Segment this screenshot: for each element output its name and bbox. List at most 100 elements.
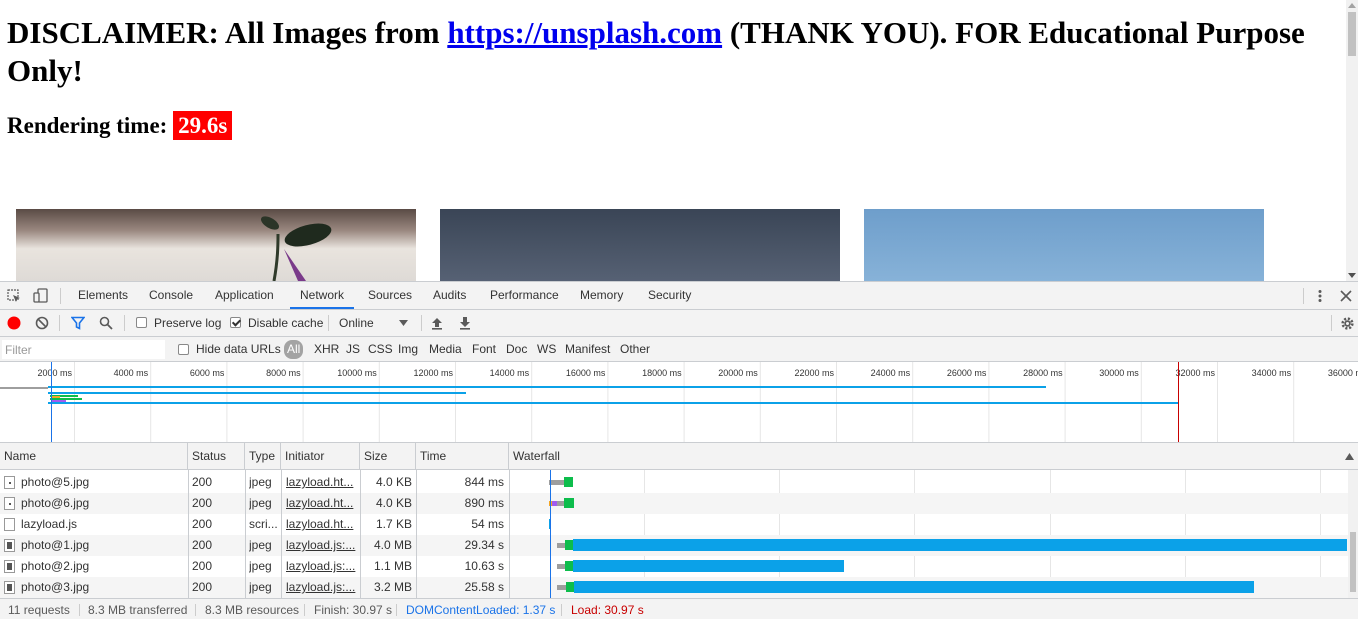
tab-audits[interactable]: Audits (433, 282, 466, 309)
close-devtools-icon[interactable] (1340, 290, 1352, 302)
request-status: 200 (192, 475, 213, 489)
overview-tick-label: 36000 ms (1328, 368, 1358, 378)
filter-type-js[interactable]: JS (346, 340, 360, 359)
column-separator[interactable] (509, 470, 510, 598)
inspect-element-icon[interactable] (7, 289, 21, 303)
column-separator[interactable] (416, 470, 417, 598)
tab-memory[interactable]: Memory (580, 282, 623, 309)
column-header-status[interactable]: Status (188, 443, 245, 469)
hide-data-urls-label: Hide data URLs (196, 342, 281, 356)
request-row[interactable]: photo@2.jpg 200 jpeg lazyload.js:... 1.1 MB 1… (0, 556, 1348, 577)
sort-ascending-icon[interactable] (1345, 453, 1354, 460)
summary-separator (396, 604, 397, 616)
tab-console[interactable]: Console (149, 282, 193, 309)
overview-tick-label: 22000 ms (794, 368, 834, 378)
image-thumb-icon (4, 539, 15, 552)
filter-type-font[interactable]: Font (472, 340, 496, 359)
filter-type-all[interactable]: All (284, 340, 304, 359)
filter-type-ws[interactable]: WS (537, 340, 556, 359)
column-header-initiator[interactable]: Initiator (281, 443, 360, 469)
hide-data-urls-checkbox[interactable] (178, 344, 189, 355)
request-initiator[interactable]: lazyload.ht... (286, 514, 356, 535)
waterfall-queued-bar (549, 480, 564, 485)
request-row[interactable]: photo@3.jpg 200 jpeg lazyload.js:... 3.2 MB 2… (0, 577, 1348, 598)
request-row[interactable]: photo@5.jpg 200 jpeg lazyload.ht... 4.0 KB 84… (0, 472, 1348, 493)
heading-text-pre: DISCLAIMER: All Images from (7, 15, 448, 50)
column-header-type[interactable]: Type (245, 443, 281, 469)
waterfall-download-bar (573, 560, 844, 572)
tab-sources[interactable]: Sources (368, 282, 412, 309)
page-scrollbar[interactable] (1346, 0, 1358, 281)
unsplash-link[interactable]: https://unsplash.com (447, 15, 722, 50)
waterfall-connect-bar (552, 501, 557, 506)
filter-type-img[interactable]: Img (398, 340, 418, 359)
column-separator[interactable] (245, 470, 246, 598)
request-initiator[interactable]: lazyload.ht... (286, 493, 356, 514)
page-scroll-thumb[interactable] (1348, 12, 1356, 56)
request-initiator[interactable]: lazyload.js:... (286, 535, 356, 556)
filter-type-xhr[interactable]: XHR (314, 340, 339, 359)
waterfall-download-bar (574, 581, 1254, 593)
column-header-waterfall[interactable]: Waterfall (509, 443, 1349, 469)
image-thumb-icon (4, 581, 15, 594)
tab-performance[interactable]: Performance (490, 282, 559, 309)
overview-tick-label: 28000 ms (1023, 368, 1063, 378)
disable-cache-checkbox[interactable] (230, 317, 241, 328)
column-separator[interactable] (188, 470, 189, 598)
summary-load: Load: 30.97 s (571, 603, 644, 617)
request-table-scrollbar[interactable] (1348, 470, 1358, 598)
toolbar-separator (328, 315, 329, 331)
overview-tick-label: 30000 ms (1099, 368, 1139, 378)
scroll-down-arrow-icon[interactable] (1348, 273, 1356, 278)
tab-security[interactable]: Security (648, 282, 691, 309)
clear-icon[interactable] (35, 316, 49, 330)
record-icon[interactable] (7, 316, 21, 330)
filter-icon[interactable] (71, 316, 85, 330)
request-table-scroll-thumb[interactable] (1350, 532, 1356, 592)
request-initiator[interactable]: lazyload.ht... (286, 472, 356, 493)
devtools-panel: Elements Console Application Network Sources… (0, 281, 1358, 619)
request-row[interactable]: photo@1.jpg 200 jpeg lazyload.js:... 4.0 MB 2… (0, 535, 1348, 556)
plant-image (260, 216, 332, 281)
tab-elements[interactable]: Elements (78, 282, 128, 309)
column-header-time[interactable]: Time (416, 443, 509, 469)
throttling-select[interactable]: Online (333, 310, 413, 336)
overview-gridline (1217, 362, 1218, 442)
summary-requests: 11 requests (8, 603, 70, 617)
toolbar-separator (124, 315, 125, 331)
overview-tick-label: 16000 ms (566, 368, 606, 378)
settings-gear-icon[interactable] (1340, 316, 1355, 331)
waterfall-ttfb-bar (564, 477, 573, 487)
waterfall-queued-bar (557, 543, 565, 548)
search-icon[interactable] (99, 316, 113, 330)
filter-type-doc[interactable]: Doc (506, 340, 527, 359)
filter-type-media[interactable]: Media (429, 340, 462, 359)
request-row[interactable]: lazyload.js 200 scri... lazyload.ht... 1.7 K… (0, 514, 1348, 535)
filter-type-manifest[interactable]: Manifest (565, 340, 610, 359)
request-status: 200 (192, 580, 213, 594)
device-toolbar-icon[interactable] (33, 288, 49, 304)
column-header-name[interactable]: Name (0, 443, 188, 469)
export-har-icon[interactable] (459, 316, 471, 330)
import-har-icon[interactable] (431, 316, 443, 330)
column-separator[interactable] (360, 470, 361, 598)
filter-type-css[interactable]: CSS (368, 340, 393, 359)
overview-request-bar (52, 396, 60, 398)
tab-application[interactable]: Application (215, 282, 274, 309)
request-table: photo@5.jpg 200 jpeg lazyload.ht... 4.0 KB 84… (0, 470, 1358, 598)
filter-type-other[interactable]: Other (620, 340, 650, 359)
overview-tick-label: 20000 ms (718, 368, 758, 378)
more-options-icon[interactable] (1314, 289, 1326, 303)
overview-request-bar (0, 387, 48, 389)
preserve-log-checkbox[interactable] (136, 317, 147, 328)
overview-request-bar (48, 402, 1178, 404)
column-header-size[interactable]: Size (360, 443, 416, 469)
scroll-up-arrow-icon[interactable] (1348, 3, 1356, 8)
filter-input[interactable] (2, 340, 165, 359)
request-initiator[interactable]: lazyload.js:... (286, 577, 356, 598)
column-separator[interactable] (281, 470, 282, 598)
tab-network[interactable]: Network (290, 282, 355, 309)
request-name: photo@1.jpg (21, 538, 90, 552)
request-row[interactable]: photo@6.jpg 200 jpeg lazyload.ht... 4.0 KB 89… (0, 493, 1348, 514)
request-initiator[interactable]: lazyload.js:... (286, 556, 356, 577)
